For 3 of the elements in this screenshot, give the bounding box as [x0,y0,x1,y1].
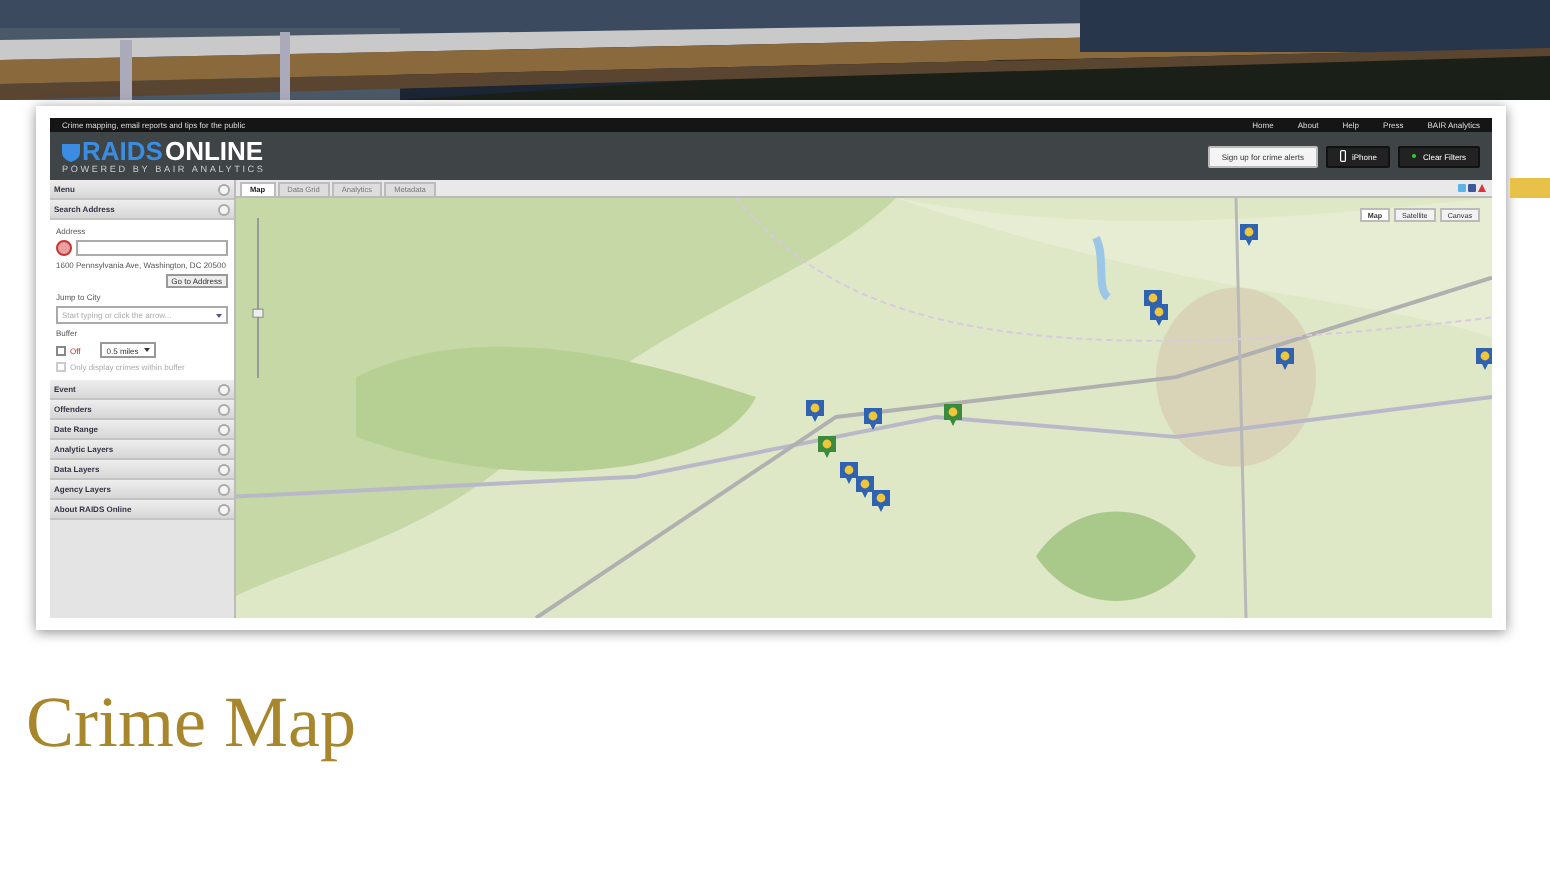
logo-text: ONLINE [164,138,264,164]
slide-title: Crime Map [26,686,358,758]
logo-text: RAIDS [82,138,163,164]
